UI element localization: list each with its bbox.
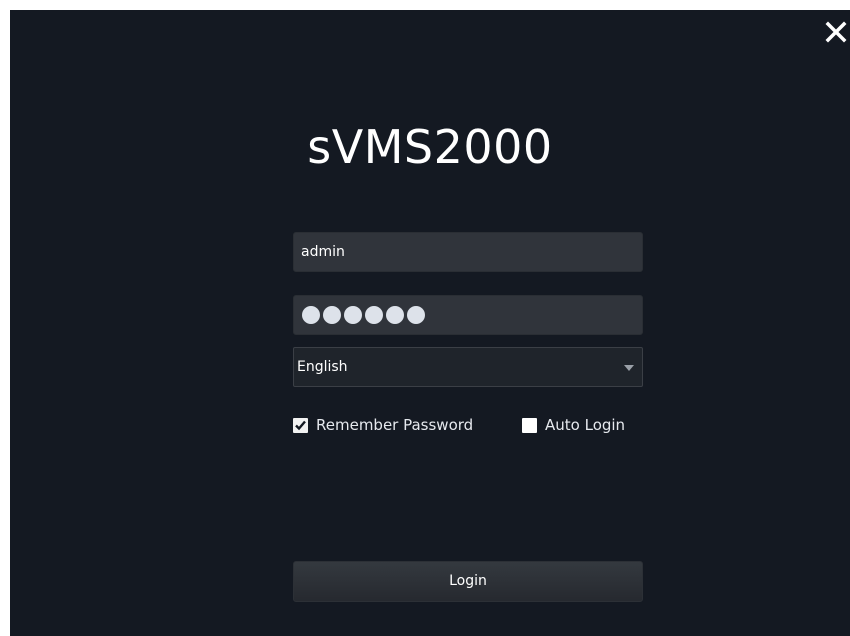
password-dot [323, 306, 341, 324]
password-dot [407, 306, 425, 324]
password-dot [365, 306, 383, 324]
remember-password-option[interactable]: Remember Password [293, 416, 473, 434]
checkmark-icon [295, 420, 306, 430]
password-mask [302, 306, 425, 324]
language-select-value: English [297, 359, 348, 375]
close-icon [825, 21, 847, 43]
password-dot [386, 306, 404, 324]
login-window: sVMS2000 English Remember Password Auto … [10, 10, 850, 636]
username-input[interactable] [294, 233, 642, 271]
auto-login-label: Auto Login [545, 416, 626, 434]
password-dot [302, 306, 320, 324]
auto-login-option[interactable]: Auto Login [522, 416, 625, 434]
language-select[interactable]: English [293, 347, 643, 387]
close-button[interactable] [824, 18, 848, 46]
app-title: sVMS2000 [307, 120, 553, 174]
remember-password-label: Remember Password [316, 416, 474, 434]
login-button[interactable]: Login [293, 561, 643, 602]
password-dot [344, 306, 362, 324]
password-field[interactable] [293, 295, 643, 335]
username-field-container [293, 232, 643, 272]
chevron-down-icon [624, 365, 634, 371]
auto-login-checkbox[interactable] [522, 417, 537, 433]
remember-password-checkbox[interactable] [293, 417, 308, 433]
